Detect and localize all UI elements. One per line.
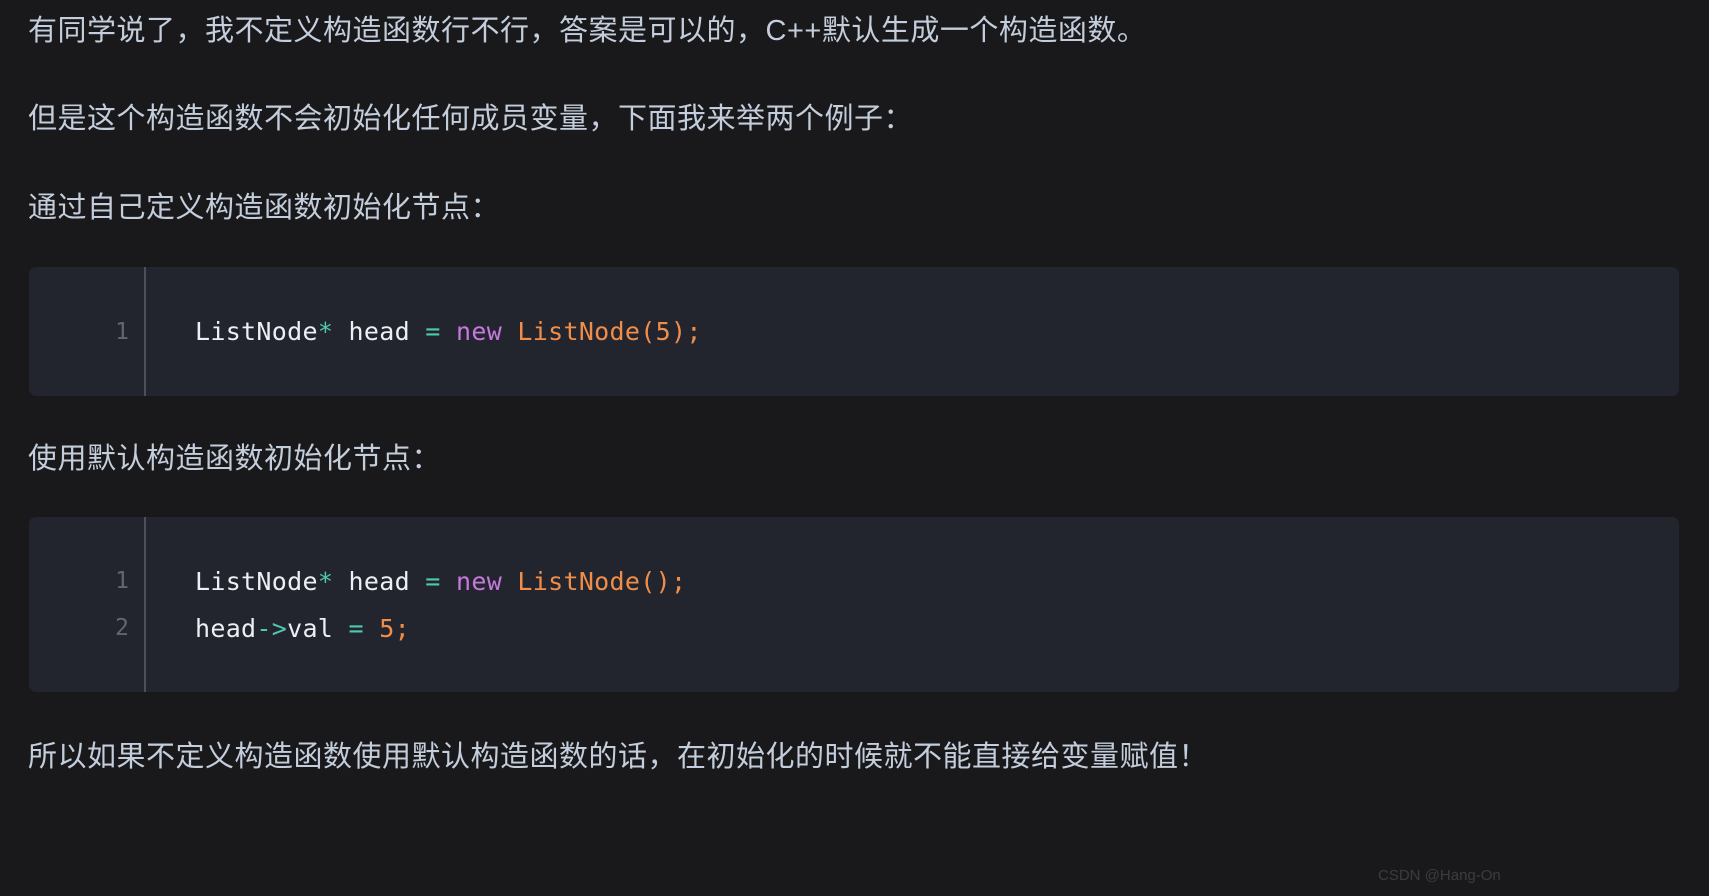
code-token-kw: new	[456, 566, 503, 596]
code-token-call: ListNode	[517, 317, 641, 346]
paragraph-p1: 有同学说了，我不定义构造函数行不行，答案是可以的，C++默认生成一个构造函数。	[28, 15, 1147, 47]
code-token-op: =	[425, 317, 441, 346]
article-body: 有同学说了，我不定义构造函数行不行，答案是可以的，C++默认生成一个构造函数。但…	[0, 0, 1709, 896]
line-number: 2	[115, 615, 129, 641]
csdn-watermark: CSDN @Hang-On	[1378, 867, 1501, 884]
code-token-num: 5	[379, 613, 395, 643]
code-line-text: ListNode* head = new ListNode();	[195, 567, 686, 596]
code-token-plain: head	[195, 613, 257, 643]
code-token-plain: head	[333, 566, 426, 596]
code-token-type: ListNode	[195, 317, 318, 346]
code-rows: 1 ListNode* head = new ListNode(); 2 head->…	[29, 517, 1679, 692]
paragraph-p5: 所以如果不定义构造函数使用默认构造函数的话，在初始化的时候就不能直接给变量赋值！	[28, 741, 1209, 773]
paragraph-p3: 通过自己定义构造函数初始化节点：	[28, 192, 501, 224]
code-token-punct: )	[670, 317, 687, 346]
code-rows: 1 ListNode* head = new ListNode(5);	[29, 267, 1679, 396]
code-token-num: 5	[655, 317, 671, 346]
code-token-op: =	[348, 613, 364, 643]
code-token-op: *	[317, 566, 334, 596]
code-line-text: head->val = 5;	[195, 614, 410, 643]
code-line: 1 ListNode* head = new ListNode();	[29, 558, 1679, 605]
code-line: 2 head->val = 5;	[29, 605, 1679, 652]
code-token-semi: ;	[686, 317, 702, 346]
paragraph-p4: 使用默认构造函数初始化节点：	[28, 443, 442, 475]
code-token-plain: head	[333, 317, 426, 346]
code-block-code1[interactable]: 1 ListNode* head = new ListNode(5);	[29, 267, 1679, 396]
code-token-punct: )	[655, 566, 671, 596]
code-block-code2[interactable]: 1 ListNode* head = new ListNode(); 2 head->…	[29, 517, 1679, 692]
line-number: 1	[115, 568, 129, 594]
paragraph-p2: 但是这个构造函数不会初始化任何成员变量，下面我来举两个例子：	[28, 103, 914, 135]
code-token-punct: (	[640, 566, 656, 596]
code-token-call: ListNode	[517, 566, 641, 596]
code-token-punct: (	[640, 317, 656, 346]
code-token-plain: val	[287, 613, 349, 643]
code-token-op: ->	[256, 613, 288, 643]
code-line: 1 ListNode* head = new ListNode(5);	[29, 308, 1679, 355]
line-number: 1	[115, 318, 129, 345]
code-token-op: =	[425, 566, 441, 596]
code-token-type: ListNode	[195, 566, 318, 596]
code-line-text: ListNode* head = new ListNode(5);	[195, 317, 702, 346]
code-token-op: *	[317, 317, 334, 346]
code-token-kw: new	[456, 317, 503, 346]
code-token-semi: ;	[394, 613, 410, 643]
code-token-semi: ;	[670, 566, 687, 596]
